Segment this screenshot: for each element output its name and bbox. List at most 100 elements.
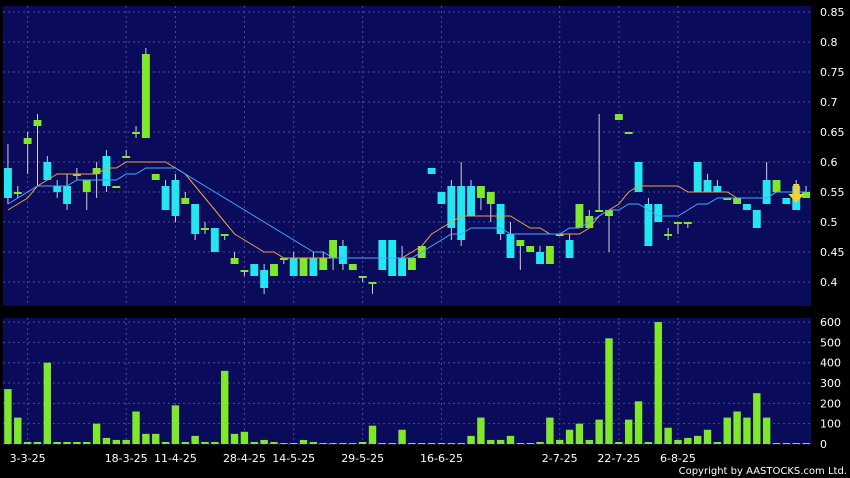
date-tick-label: 18-3-25 (105, 452, 148, 465)
volume-tick-label: 300 (820, 377, 841, 390)
candle-body (624, 132, 633, 134)
candle-body (772, 180, 781, 192)
date-tick-label: 3-3-25 (10, 452, 46, 465)
volume-bar (43, 362, 52, 444)
candle-body (348, 264, 357, 270)
candle-body (260, 270, 269, 288)
candle-body (378, 240, 387, 270)
volume-panel (3, 318, 811, 444)
price-tick-label: 0.65 (820, 126, 845, 139)
candle-body (595, 210, 604, 212)
candle-body (161, 186, 170, 210)
volume-bar (161, 441, 170, 444)
volume-bar (53, 441, 61, 444)
volume-bar (693, 435, 702, 444)
candle-body (309, 258, 318, 276)
candle-body (201, 228, 209, 230)
candle-body (605, 210, 613, 216)
volume-tick-label: 500 (820, 336, 841, 349)
candle-body (92, 168, 101, 174)
candle-body (3, 168, 12, 198)
candle-body (526, 246, 535, 252)
volume-bar (92, 423, 101, 444)
copyright-text: Copyright by AASTOCKS.com Ltd. (679, 466, 847, 477)
volume-bar (201, 441, 209, 444)
volume-bar (73, 441, 81, 444)
candle-body (23, 138, 32, 144)
volume-bar (546, 417, 554, 444)
candle-body (654, 204, 663, 222)
volume-bar (723, 417, 731, 444)
candle-body (220, 234, 229, 236)
volume-bar (753, 393, 761, 444)
candle-body (693, 162, 702, 192)
candle-body (703, 180, 712, 192)
date-tick-label: 11-4-25 (154, 452, 197, 465)
volume-bar (260, 439, 268, 444)
candle-body (122, 156, 131, 158)
volume-bar (142, 433, 150, 444)
volume-bar (595, 419, 603, 444)
volume-bar (250, 441, 258, 444)
candle-body (33, 120, 42, 126)
volume-bar (83, 441, 91, 444)
volume-bar (329, 442, 337, 444)
volume-bar (536, 441, 544, 444)
candle-body (368, 282, 377, 284)
date-tick-label: 6-8-25 (660, 452, 696, 465)
candle-body (240, 270, 249, 272)
volume-bar (605, 338, 613, 444)
candle-body (575, 204, 584, 228)
price-tick-label: 0.45 (820, 246, 845, 259)
candle-body (536, 252, 544, 264)
volume-bar (644, 441, 653, 444)
volume-bar (398, 429, 406, 444)
volume-bar (339, 442, 347, 444)
volume-bar (240, 431, 249, 444)
volume-bar (319, 442, 327, 444)
candle-body (437, 192, 446, 204)
candle-body (181, 198, 190, 204)
volume-tick-label: 0 (820, 438, 827, 451)
volume-bar (516, 442, 525, 444)
volume-bar (496, 439, 505, 444)
date-tick-label: 16-6-25 (420, 452, 463, 465)
volume-bar (280, 442, 288, 444)
candle-body (752, 210, 761, 228)
volume-bar (230, 433, 239, 444)
volume-bar (615, 441, 623, 444)
candle-body (230, 258, 239, 264)
price-tick-label: 0.6 (820, 156, 838, 169)
volume-bar (289, 442, 298, 444)
volume-bar (23, 441, 32, 444)
volume-bar (526, 442, 534, 444)
volume-bar (782, 442, 791, 444)
candle-body (43, 162, 52, 180)
volume-bar (4, 389, 12, 444)
candle-body (112, 186, 121, 188)
volume-bar (152, 433, 160, 444)
date-tick-label: 28-4-25 (223, 452, 266, 465)
price-tick-label: 0.55 (820, 186, 845, 199)
stock-chart: 0.85 0.8 0.75 0.7 0.65 0.6 0.55 0.5 0.45 0.4 600 5… (0, 0, 850, 478)
volume-bar (270, 441, 278, 444)
volume-bar (457, 442, 465, 444)
candle-body (141, 54, 150, 138)
candle-body (762, 180, 771, 204)
volume-bar (487, 439, 495, 444)
volume-bar (211, 441, 219, 444)
candle-body (683, 222, 692, 224)
candle-body (210, 228, 219, 252)
candle-body (171, 180, 180, 216)
volume-bar (585, 439, 593, 444)
volume-bar (792, 442, 800, 444)
volume-bar (408, 442, 416, 444)
date-tick-label: 22-7-25 (597, 452, 640, 465)
date-tick-label: 14-5-25 (272, 452, 315, 465)
candle-body (674, 222, 682, 224)
volume-bar (368, 425, 377, 444)
volume-bar (762, 417, 771, 444)
volume-bar (171, 405, 180, 444)
candle-body (289, 258, 298, 276)
candle-body (486, 192, 495, 204)
